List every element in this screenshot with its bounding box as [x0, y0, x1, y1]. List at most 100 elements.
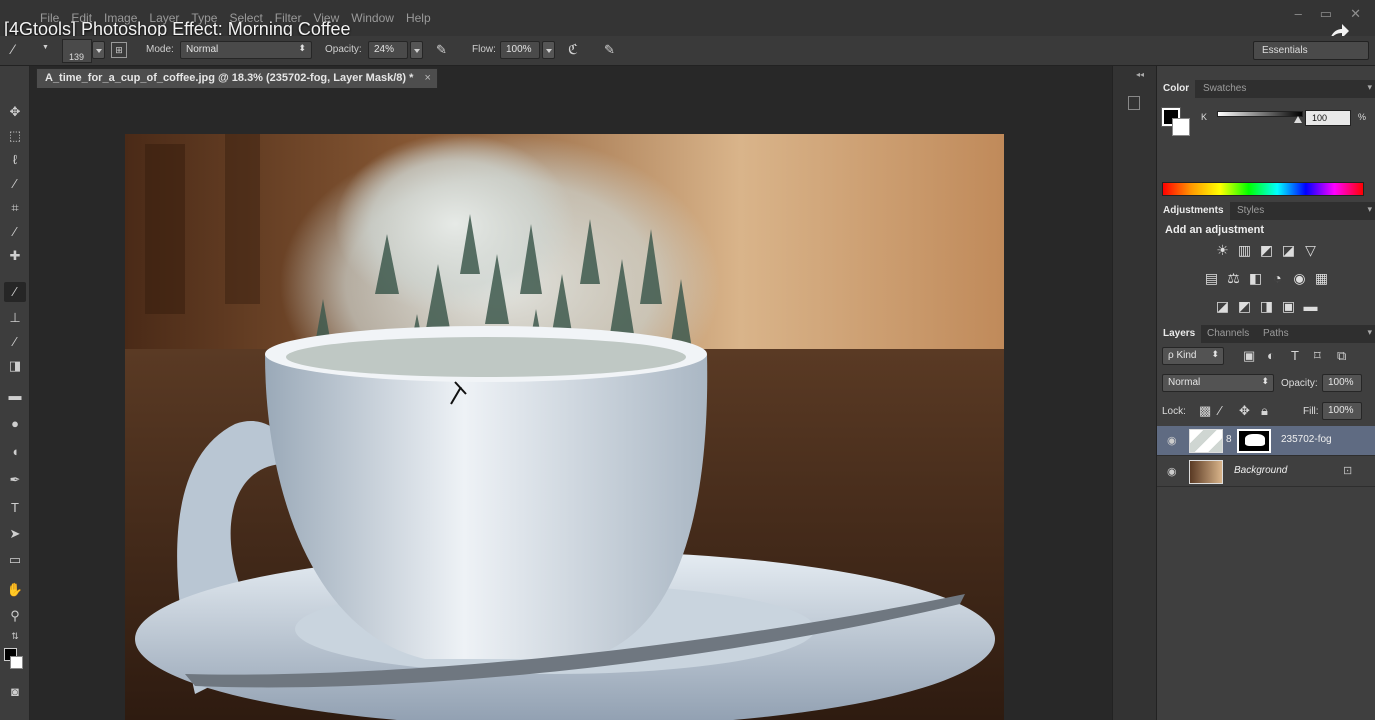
- marquee-tool-icon[interactable]: ⬚: [4, 126, 26, 146]
- flow-slider-arrow[interactable]: [542, 41, 555, 59]
- threshold-icon[interactable]: ◨: [1259, 298, 1275, 314]
- opacity-slider-arrow[interactable]: [410, 41, 423, 59]
- lock-pixels-icon[interactable]: ⁄: [1219, 403, 1221, 418]
- workspace-select[interactable]: Essentials: [1253, 41, 1369, 60]
- exposure-icon[interactable]: ◪: [1281, 242, 1297, 258]
- smart-object-filter-icon[interactable]: ⧉: [1337, 348, 1346, 364]
- history-brush-tool-icon[interactable]: ⁄: [4, 332, 26, 352]
- k-slider[interactable]: [1217, 111, 1303, 123]
- close-tab-icon[interactable]: ×: [424, 72, 430, 84]
- menu-window[interactable]: Window: [351, 11, 394, 25]
- pressure-opacity-icon[interactable]: ✎: [436, 42, 447, 58]
- type-filter-icon[interactable]: T: [1291, 348, 1299, 363]
- dodge-tool-icon[interactable]: ◖: [4, 442, 26, 462]
- brightness-icon[interactable]: ☀: [1215, 242, 1231, 258]
- tab-styles[interactable]: Styles: [1231, 202, 1270, 220]
- canvas-area[interactable]: [31, 89, 1112, 720]
- canvas-image[interactable]: [125, 134, 1004, 720]
- shape-tool-icon[interactable]: ▭: [4, 550, 26, 570]
- lock-position-icon[interactable]: ✥: [1239, 403, 1250, 419]
- quick-select-tool-icon[interactable]: ⁄: [4, 174, 26, 194]
- mask-link-icon[interactable]: 8: [1226, 434, 1232, 445]
- clone-stamp-tool-icon[interactable]: ⊥: [4, 308, 26, 328]
- tab-paths[interactable]: Paths: [1257, 325, 1295, 343]
- eyedropper-tool-icon[interactable]: ⁄: [4, 222, 26, 242]
- blend-mode-select[interactable]: Normal ⬍: [1162, 374, 1274, 392]
- opacity-field[interactable]: 24%: [368, 41, 408, 59]
- layer-opacity-field[interactable]: 100%: [1322, 374, 1362, 392]
- shape-filter-icon[interactable]: ⌑: [1314, 348, 1321, 364]
- invert-icon[interactable]: ◪: [1215, 298, 1231, 314]
- mode-select[interactable]: Normal ⬍: [180, 41, 312, 59]
- layer-row-fog[interactable]: ◉ 8 235702-fog: [1157, 426, 1375, 456]
- k-value-field[interactable]: 100: [1305, 110, 1351, 126]
- healing-brush-tool-icon[interactable]: ✚: [4, 246, 26, 266]
- pressure-size-icon[interactable]: ✎: [604, 42, 615, 58]
- visibility-eye-icon[interactable]: ◉: [1167, 465, 1179, 478]
- airbrush-icon[interactable]: ℭ: [568, 41, 578, 58]
- channel-mixer-icon[interactable]: ◉: [1292, 270, 1308, 286]
- brush-picker-arrow[interactable]: [92, 41, 105, 59]
- visibility-eye-icon[interactable]: ◉: [1167, 434, 1179, 447]
- layer-filter-select[interactable]: ρ Kind ⬍: [1162, 347, 1224, 365]
- color-balance-icon[interactable]: ⚖: [1226, 270, 1242, 286]
- background-color-swatch[interactable]: [10, 656, 23, 669]
- layer-name[interactable]: Background: [1234, 465, 1287, 476]
- lock-all-icon[interactable]: 🔒︎: [1261, 403, 1268, 419]
- k-slider-thumb-icon[interactable]: [1294, 116, 1302, 123]
- minimize-button[interactable]: –: [1295, 6, 1302, 22]
- color-spectrum-ramp[interactable]: [1162, 182, 1364, 196]
- lock-transparency-icon[interactable]: ▩: [1199, 403, 1211, 419]
- posterize-icon[interactable]: ◩: [1237, 298, 1253, 314]
- gradient-map-icon[interactable]: ▬: [1303, 298, 1319, 314]
- panel-menu-icon[interactable]: ▾: [1367, 204, 1372, 215]
- curves-icon[interactable]: ◩: [1259, 242, 1275, 258]
- layer-thumbnail[interactable]: [1189, 460, 1223, 484]
- pen-tool-icon[interactable]: ✒: [4, 470, 26, 490]
- tab-color[interactable]: Color: [1157, 80, 1196, 98]
- color-panel-background-swatch[interactable]: [1172, 118, 1190, 136]
- restore-button[interactable]: ▭: [1320, 6, 1332, 22]
- layer-name[interactable]: 235702-fog: [1281, 434, 1332, 445]
- hue-saturation-icon[interactable]: ▤: [1204, 270, 1220, 286]
- collapse-panels-icon[interactable]: ◂◂: [1136, 70, 1144, 79]
- crop-tool-icon[interactable]: ⌗: [4, 198, 26, 218]
- layer-thumbnail[interactable]: [1189, 429, 1223, 453]
- photo-filter-icon[interactable]: ◔: [1270, 270, 1286, 286]
- color-lookup-icon[interactable]: ▦: [1314, 270, 1330, 286]
- document-tab[interactable]: A_time_for_a_cup_of_coffee.jpg @ 18.3% (…: [36, 68, 438, 88]
- close-button[interactable]: ✕: [1350, 6, 1361, 22]
- panel-menu-icon[interactable]: ▾: [1367, 327, 1372, 338]
- adjustment-filter-icon[interactable]: ◐: [1267, 348, 1275, 363]
- menu-help[interactable]: Help: [406, 11, 431, 25]
- blur-tool-icon[interactable]: ●: [4, 414, 26, 434]
- levels-icon[interactable]: ▥: [1237, 242, 1253, 258]
- lasso-tool-icon[interactable]: ℓ: [4, 150, 26, 170]
- history-panel-icon[interactable]: [1128, 96, 1140, 110]
- brush-panel-toggle-icon[interactable]: ⊞: [111, 42, 127, 58]
- tab-layers[interactable]: Layers: [1157, 325, 1202, 343]
- quick-mask-icon[interactable]: ◙: [4, 682, 26, 702]
- black-white-icon[interactable]: ◧: [1248, 270, 1264, 286]
- tab-adjustments[interactable]: Adjustments: [1157, 202, 1230, 220]
- brush-tool-icon[interactable]: ⁄: [12, 41, 14, 57]
- selective-color-icon[interactable]: ▣: [1281, 298, 1297, 314]
- brush-tool-icon[interactable]: ⁄: [4, 282, 26, 302]
- path-select-tool-icon[interactable]: ➤: [4, 524, 26, 544]
- gradient-tool-icon[interactable]: ▬: [4, 386, 26, 406]
- move-tool-icon[interactable]: ✥: [4, 102, 26, 122]
- swap-colors-icon[interactable]: ⇅: [4, 626, 26, 646]
- layer-mask-thumbnail[interactable]: [1237, 429, 1271, 453]
- eraser-tool-icon[interactable]: ◨: [4, 356, 26, 376]
- tool-preset-dropdown-icon[interactable]: ▼: [42, 44, 49, 51]
- hand-tool-icon[interactable]: ✋: [4, 580, 26, 600]
- vibrance-icon[interactable]: ▽: [1303, 242, 1319, 258]
- tab-swatches[interactable]: Swatches: [1197, 80, 1252, 98]
- type-tool-icon[interactable]: T: [4, 498, 26, 518]
- flow-field[interactable]: 100%: [500, 41, 540, 59]
- fill-field[interactable]: 100%: [1322, 402, 1362, 420]
- pixel-filter-icon[interactable]: ▣: [1243, 348, 1255, 364]
- brush-preset-picker[interactable]: 139: [62, 39, 92, 63]
- zoom-tool-icon[interactable]: ⚲: [4, 606, 26, 626]
- tab-channels[interactable]: Channels: [1201, 325, 1255, 343]
